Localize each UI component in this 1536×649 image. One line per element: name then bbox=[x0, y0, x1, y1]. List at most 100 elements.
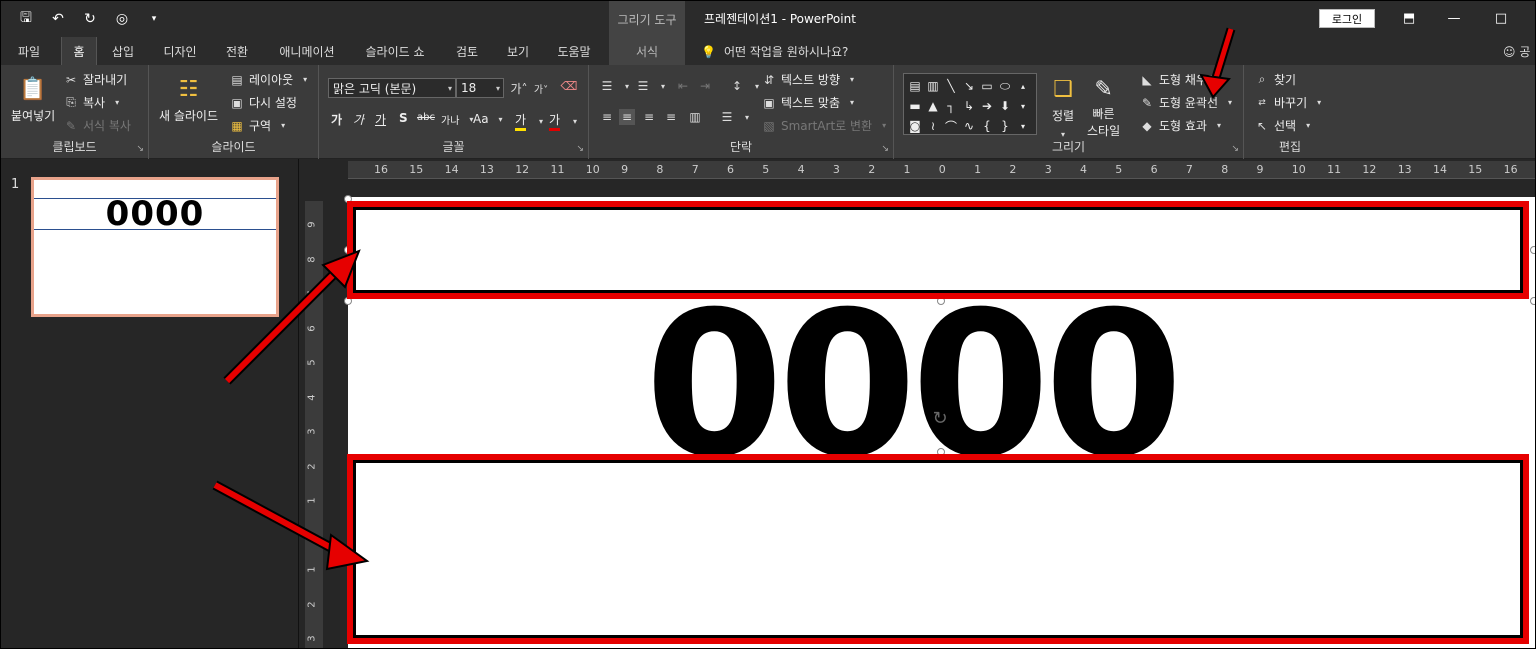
underline-button[interactable]: 가 bbox=[375, 111, 386, 128]
tab-format[interactable]: 서식 bbox=[609, 37, 685, 65]
numbering-button[interactable]: ☰ ▾ bbox=[635, 78, 671, 94]
bullets-button[interactable]: ☰ ▾ bbox=[599, 78, 635, 94]
login-button[interactable]: 로그인 bbox=[1319, 9, 1375, 28]
tab-design[interactable]: 디자인 bbox=[156, 37, 204, 65]
rectangle-shape-icon[interactable]: ▭ bbox=[979, 77, 995, 95]
italic-button[interactable]: 가 bbox=[353, 111, 364, 128]
font-color-button[interactable]: 가 bbox=[549, 111, 561, 131]
smartart-button[interactable]: ▧ SmartArt로 변환 ▾ bbox=[761, 117, 892, 134]
redo-icon[interactable]: ↻ bbox=[79, 9, 101, 29]
tab-slideshow[interactable]: 슬라이드 쇼 bbox=[357, 37, 433, 65]
save-icon[interactable]: 🖫 bbox=[15, 9, 37, 29]
arrange-button[interactable]: ❑ 정렬 ▾ bbox=[1047, 73, 1079, 142]
tell-me-search[interactable]: 💡 어떤 작업을 원하시나요? bbox=[701, 43, 848, 60]
font-name-combo[interactable]: 맑은 고딕 (본문) ▾ bbox=[328, 78, 456, 98]
align-right-button[interactable]: ≡ bbox=[641, 109, 657, 125]
reset-button[interactable]: ▣ 다시 설정 bbox=[229, 94, 297, 111]
shapes-gallery[interactable]: ▤ ▥ ╲ ↘ ▭ ⬭ ▴ ▬ ▲ ┐ ↳ ➔ ⬇ ▾ ◙ ≀ ⌒ ∿ { } … bbox=[903, 73, 1037, 135]
bold-button[interactable]: 가 bbox=[331, 111, 342, 128]
dialog-launcher-icon[interactable]: ↘ bbox=[1231, 144, 1239, 154]
shrink-font-button[interactable]: 가˅ bbox=[533, 80, 549, 96]
gallery-up-icon[interactable]: ▴ bbox=[1015, 77, 1031, 95]
arc-shape-icon[interactable]: ⌒ bbox=[943, 117, 959, 135]
increase-indent-button[interactable]: ⇥ bbox=[697, 78, 713, 94]
tab-help[interactable]: 도움말 bbox=[549, 37, 599, 65]
resize-handle[interactable] bbox=[1530, 246, 1535, 254]
present-icon[interactable]: ◎ bbox=[111, 9, 133, 29]
shape-effects-button[interactable]: ◆ 도형 효과 ▾ bbox=[1139, 117, 1227, 134]
right-brace-shape-icon[interactable]: } bbox=[997, 117, 1013, 135]
strikethrough-button[interactable]: abc bbox=[417, 112, 435, 123]
user-account[interactable]: ☺ 공 bbox=[1503, 43, 1530, 60]
align-left-button[interactable]: ≡ bbox=[599, 109, 615, 125]
dialog-launcher-icon[interactable]: ↘ bbox=[576, 144, 584, 154]
slide-thumbnail[interactable]: 0000 bbox=[31, 177, 279, 317]
tab-insert[interactable]: 삽입 bbox=[105, 37, 141, 65]
resize-handle[interactable] bbox=[1530, 297, 1535, 305]
cut-button[interactable]: ✂ 잘라내기 bbox=[63, 71, 127, 88]
copy-button[interactable]: ⎘ 복사 ▾ bbox=[63, 94, 125, 111]
new-slide-button[interactable]: ☷ 새 슬라이드 bbox=[159, 73, 218, 124]
font-color-dropdown[interactable]: ▾ bbox=[567, 113, 583, 129]
format-painter-button[interactable]: ✎ 서식 복사 bbox=[63, 117, 131, 134]
freeform-shape-icon[interactable]: ≀ bbox=[925, 117, 941, 135]
ruler-tick-label: 9 bbox=[306, 221, 318, 228]
decrease-indent-button[interactable]: ⇤ bbox=[675, 78, 691, 94]
right-arrow-shape-icon[interactable]: ➔ bbox=[979, 97, 995, 115]
curve-shape-icon[interactable]: ∿ bbox=[961, 117, 977, 135]
maximize-icon[interactable]: □ bbox=[1491, 9, 1511, 27]
tab-transitions[interactable]: 전환 bbox=[217, 37, 257, 65]
tab-animations[interactable]: 애니메이션 bbox=[271, 37, 343, 65]
tab-review[interactable]: 검토 bbox=[447, 37, 487, 65]
tab-view[interactable]: 보기 bbox=[498, 37, 538, 65]
left-brace-shape-icon[interactable]: { bbox=[979, 117, 995, 135]
chevron-down-icon: ▾ bbox=[1228, 98, 1233, 107]
arrow-line-shape-icon[interactable]: ↘ bbox=[961, 77, 977, 95]
triangle-shape-icon[interactable]: ▲ bbox=[925, 97, 941, 115]
align-center-button[interactable]: ≡ bbox=[619, 109, 635, 125]
columns-button[interactable]: ☰ ▾ bbox=[719, 109, 755, 125]
paste-button[interactable]: 📋 붙여넣기 bbox=[11, 73, 55, 124]
highlight-button[interactable]: 가 bbox=[515, 111, 527, 131]
gallery-more-icon[interactable]: ▾ bbox=[1015, 117, 1031, 135]
tab-home[interactable]: 홈 bbox=[61, 37, 97, 65]
elbow-connector-shape-icon[interactable]: ┐ bbox=[943, 97, 959, 115]
customize-qat-icon[interactable]: ▾ bbox=[143, 9, 165, 29]
line-shape-icon[interactable]: ╲ bbox=[943, 77, 959, 95]
layout-button[interactable]: ▤ 레이아웃 ▾ bbox=[229, 71, 313, 88]
callout-shape-icon[interactable]: ◙ bbox=[907, 117, 923, 135]
down-arrow-shape-icon[interactable]: ⬇ bbox=[997, 97, 1013, 115]
shape-fill-button[interactable]: ◣ 도형 채우기 bbox=[1139, 71, 1218, 88]
highlight-dropdown[interactable]: ▾ bbox=[533, 113, 549, 129]
justify-button[interactable]: ≡ bbox=[663, 109, 679, 125]
find-button[interactable]: ⌕ 찾기 bbox=[1254, 71, 1296, 88]
slide-text[interactable]: 0000 bbox=[601, 286, 1221, 486]
vertical-textbox-shape-icon[interactable]: ▥ bbox=[925, 77, 941, 95]
tab-file[interactable]: 파일 bbox=[9, 37, 49, 65]
line-spacing-button[interactable]: ↕ ▾ bbox=[729, 78, 765, 94]
align-text-button[interactable]: ▣ 텍스트 맞춤 ▾ bbox=[761, 94, 860, 111]
undo-icon[interactable]: ↶ bbox=[47, 9, 69, 29]
clear-format-button[interactable]: ⌫ bbox=[561, 78, 578, 94]
select-button[interactable]: ↖ 선택 ▾ bbox=[1254, 117, 1316, 134]
rotate-handle-icon[interactable]: ↻ bbox=[929, 407, 951, 429]
distribute-button[interactable]: ▥ bbox=[687, 109, 703, 125]
minimize-icon[interactable]: — bbox=[1444, 9, 1464, 27]
text-direction-button[interactable]: ⇵ 텍스트 방향 ▾ bbox=[761, 71, 860, 88]
gallery-down-icon[interactable]: ▾ bbox=[1015, 97, 1031, 115]
shape-outline-button[interactable]: ✎ 도형 윤곽선 ▾ bbox=[1139, 94, 1238, 111]
font-size-combo[interactable]: 18 ▾ bbox=[456, 78, 504, 98]
elbow-arrow-shape-icon[interactable]: ↳ bbox=[961, 97, 977, 115]
shadow-button[interactable]: S bbox=[399, 111, 408, 125]
oval-shape-icon[interactable]: ⬭ bbox=[997, 77, 1013, 95]
ribbon-display-icon[interactable]: ⬒ bbox=[1399, 9, 1419, 27]
dialog-launcher-icon[interactable]: ↘ bbox=[881, 144, 889, 154]
change-case-button[interactable]: Aa ▾ bbox=[473, 111, 509, 127]
dialog-launcher-icon[interactable]: ↘ bbox=[136, 144, 144, 154]
section-button[interactable]: ▦ 구역 ▾ bbox=[229, 117, 291, 134]
quick-styles-button[interactable]: ✎ 빠른 스타일 bbox=[1087, 73, 1120, 139]
rounded-rect-shape-icon[interactable]: ▬ bbox=[907, 97, 923, 115]
textbox-shape-icon[interactable]: ▤ bbox=[907, 77, 923, 95]
replace-button[interactable]: ⇄ 바꾸기 ▾ bbox=[1254, 94, 1327, 111]
grow-font-button[interactable]: 가˄ bbox=[510, 80, 527, 96]
